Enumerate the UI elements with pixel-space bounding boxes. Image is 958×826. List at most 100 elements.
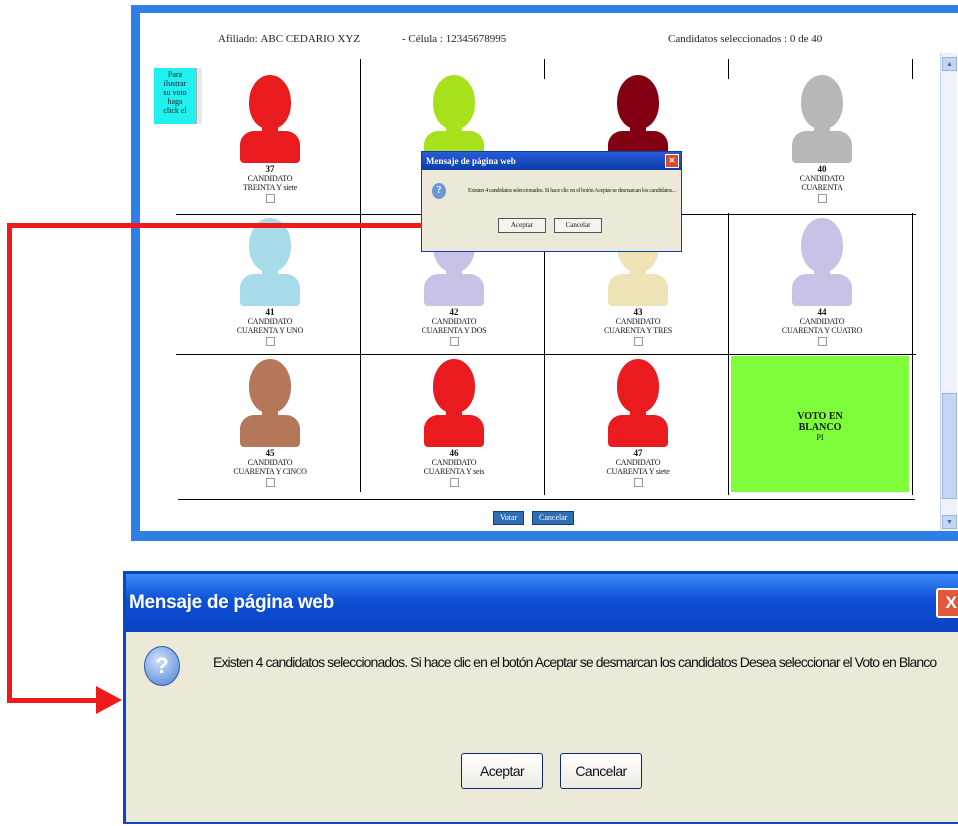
grid-divider: [728, 59, 729, 79]
connector-line: [7, 223, 285, 228]
arrow-head-icon: [96, 686, 122, 714]
scrollbar-thumb[interactable]: [942, 393, 957, 499]
blank-vote-line: VOTO EN: [797, 411, 843, 422]
candidate-number: 44: [817, 307, 827, 317]
vote-button[interactable]: Votar: [493, 511, 525, 525]
candidate-label: CANDIDATO: [799, 317, 845, 326]
candidate-card[interactable]: 47 CANDIDATO CUARENTA Y siete: [548, 359, 728, 487]
dialog-titlebar: Mensaje de página web X: [126, 574, 958, 632]
small-accept-button[interactable]: Aceptar: [498, 218, 546, 233]
candidate-name: CUARENTA: [801, 183, 843, 192]
small-dialog-titlebar: Mensaje de página web ✕: [422, 152, 681, 170]
candidate-avatar: [240, 75, 300, 163]
candidate-label: CANDIDATO: [247, 174, 293, 183]
cedula-value: 12345678995: [445, 33, 507, 45]
candidate-label: CANDIDATO: [247, 458, 293, 467]
blank-vote-card[interactable]: VOTO EN BLANCO PI: [731, 356, 909, 492]
candidate-checkbox[interactable]: [449, 478, 459, 487]
message-dialog: Mensaje de página web X ? Existen 4 cand…: [126, 574, 958, 822]
candidate-name: TREINTA Y siete: [243, 183, 297, 192]
candidate-number: 41: [265, 307, 275, 317]
candidate-card[interactable]: [364, 75, 544, 163]
candidate-avatar: [240, 359, 300, 447]
selected-total: de 40: [798, 33, 823, 45]
candidate-avatar: [608, 75, 668, 163]
candidate-avatar: [792, 218, 852, 306]
page-scrollbar[interactable]: ▲ ▼: [940, 53, 957, 531]
footer-divider: [178, 499, 915, 500]
cancel-button[interactable]: Cancelar: [560, 753, 642, 789]
candidate-checkbox[interactable]: [265, 337, 275, 346]
affiliate-label: Afiliado:: [218, 33, 258, 45]
candidate-name: CUARENTA Y CUATRO: [781, 326, 863, 335]
candidate-avatar: [608, 359, 668, 447]
candidate-name: CUARENTA Y UNO: [236, 326, 304, 335]
cancel-button[interactable]: Cancelar: [532, 511, 575, 525]
blank-vote-code: PI: [816, 433, 824, 442]
small-dialog-title: Mensaje de página web: [426, 156, 516, 166]
affiliate-header: Afiliado: ABC CEDARIO XYZ: [218, 33, 360, 45]
candidate-card[interactable]: 46 CANDIDATO CUARENTA Y seis: [364, 359, 544, 487]
candidate-number: 46: [449, 448, 459, 458]
selected-value: 0: [789, 33, 796, 45]
connector-line: [7, 223, 12, 703]
small-message-dialog: Mensaje de página web ✕ ? Existen 4 cand…: [421, 151, 682, 252]
close-icon[interactable]: X: [936, 588, 958, 618]
grid-divider: [912, 59, 913, 79]
candidate-number: 43: [633, 307, 643, 317]
candidate-number: 42: [449, 307, 459, 317]
message-dialog-frame: Mensaje de página web X ? Existen 4 cand…: [123, 571, 958, 824]
grid-divider: [360, 59, 361, 492]
selected-count-header: Candidatos seleccionados : 0 de 40: [668, 33, 822, 45]
candidate-name: CUARENTA Y DOS: [421, 326, 487, 335]
candidate-card[interactable]: 37 CANDIDATO TREINTA Y siete: [180, 75, 360, 203]
candidate-avatar: [424, 359, 484, 447]
candidate-checkbox[interactable]: [449, 337, 459, 346]
candidate-number: 40: [817, 164, 827, 174]
blank-vote-line: BLANCO: [798, 422, 842, 433]
candidate-name: CUARENTA Y seis: [423, 467, 485, 476]
small-cancel-button[interactable]: Cancelar: [554, 218, 602, 233]
candidate-checkbox[interactable]: [265, 478, 275, 487]
candidate-label: CANDIDATO: [615, 458, 661, 467]
dialog-message: Existen 4 candidatos seleccionados. Si h…: [213, 654, 937, 670]
candidate-checkbox[interactable]: [817, 337, 827, 346]
dialog-title: Mensaje de página web: [129, 592, 334, 613]
candidate-label: CANDIDATO: [431, 317, 477, 326]
candidate-card[interactable]: 44 CANDIDATO CUARENTA Y CUATRO: [732, 218, 912, 346]
voting-screen-frame: Afiliado: ABC CEDARIO XYZ - Célula : 123…: [131, 5, 958, 541]
scroll-up-icon[interactable]: ▲: [942, 57, 957, 71]
selected-label: Candidatos seleccionados :: [668, 33, 788, 45]
candidate-label: CANDIDATO: [431, 458, 477, 467]
candidate-card[interactable]: 41 CANDIDATO CUARENTA Y UNO: [180, 218, 360, 346]
grid-divider: [544, 59, 545, 79]
affiliate-value: ABC CEDARIO XYZ: [260, 33, 361, 45]
candidate-card[interactable]: 45 CANDIDATO CUARENTA Y CINCO: [180, 359, 360, 487]
accept-button[interactable]: Aceptar: [461, 753, 543, 789]
candidate-label: CANDIDATO: [615, 317, 661, 326]
candidate-checkbox[interactable]: [633, 337, 643, 346]
candidate-checkbox[interactable]: [633, 478, 643, 487]
candidate-number: 37: [265, 164, 275, 174]
question-icon: ?: [432, 183, 446, 199]
candidate-label: CANDIDATO: [799, 174, 845, 183]
grid-divider: [176, 354, 916, 355]
candidate-number: 47: [633, 448, 643, 458]
candidate-name: CUARENTA Y CINCO: [233, 467, 307, 476]
connector-line: [280, 223, 422, 228]
voting-page: Afiliado: ABC CEDARIO XYZ - Célula : 123…: [140, 13, 958, 531]
small-dialog-message: Existen 4 candidatos seleccionados. Si h…: [468, 188, 676, 194]
candidate-avatar: [424, 75, 484, 163]
candidate-card[interactable]: 40 CANDIDATO CUARENTA: [732, 75, 912, 203]
candidate-name: CUARENTA Y TRES: [603, 326, 673, 335]
close-icon[interactable]: ✕: [665, 154, 679, 168]
candidate-card[interactable]: [548, 75, 728, 163]
cedula-label: - Célula :: [402, 33, 443, 45]
candidate-name: CUARENTA Y siete: [606, 467, 670, 476]
candidate-avatar: [792, 75, 852, 163]
cedula-header: - Célula : 12345678995: [402, 33, 506, 45]
candidate-checkbox[interactable]: [817, 194, 827, 203]
scroll-down-icon[interactable]: ▼: [942, 515, 957, 529]
candidate-checkbox[interactable]: [265, 194, 275, 203]
candidate-number: 45: [265, 448, 275, 458]
